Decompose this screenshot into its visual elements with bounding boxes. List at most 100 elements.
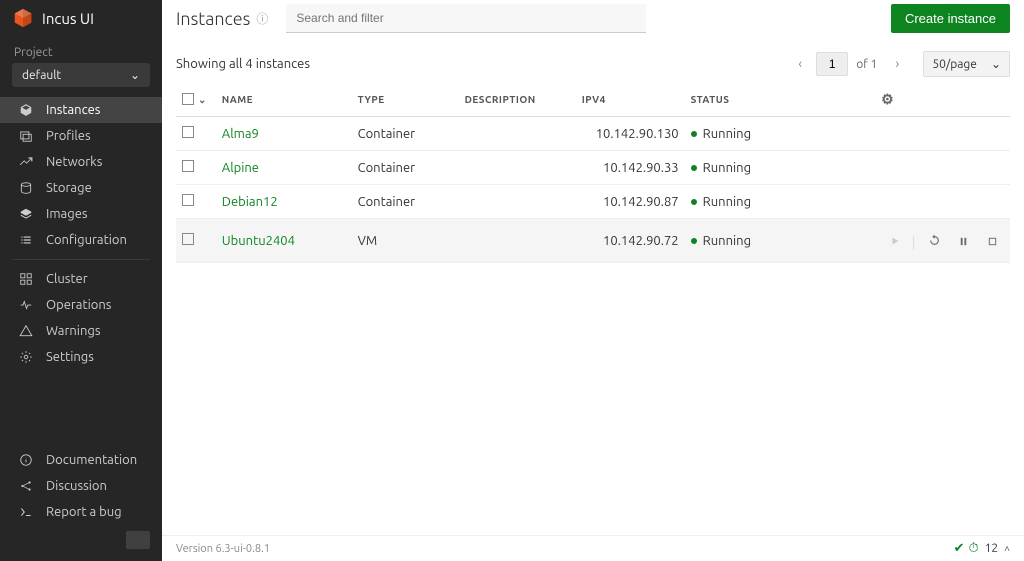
share-icon	[18, 478, 34, 494]
nav-label: Networks	[46, 155, 102, 169]
nav-label: Discussion	[46, 479, 107, 493]
nav-label: Images	[46, 207, 88, 221]
pager-prev-button[interactable]: ‹	[788, 52, 812, 76]
gear-icon	[18, 349, 34, 365]
nav-label: Cluster	[46, 272, 88, 286]
nav-images[interactable]: Images	[0, 201, 162, 227]
chevron-up-icon: ˄	[1004, 543, 1010, 555]
select-all-checkbox[interactable]	[182, 93, 194, 107]
cell-type: Container	[352, 185, 459, 219]
info-icon	[18, 452, 34, 468]
nav-label: Warnings	[46, 324, 101, 338]
cell-description	[459, 185, 576, 219]
clock-icon: ⏱	[968, 541, 978, 556]
per-page-select[interactable]: 50/page ⌄	[923, 51, 1010, 77]
sidebar-footer: Documentation Discussion Report a bug	[0, 441, 162, 561]
nav-label: Operations	[46, 298, 111, 312]
stop-button[interactable]	[980, 229, 1004, 253]
nav-profiles[interactable]: Profiles	[0, 123, 162, 149]
page-title: Instances	[176, 9, 250, 29]
cell-ipv4: 10.142.90.130	[576, 117, 685, 151]
table-row[interactable]: Alma9 Container 10.142.90.130 Running	[176, 117, 1010, 151]
pause-button[interactable]	[951, 229, 975, 253]
table-row[interactable]: Ubuntu2404 VM 10.142.90.72 Running	[176, 219, 1010, 263]
cell-type: Container	[352, 151, 459, 185]
nav-cluster[interactable]: Cluster	[0, 266, 162, 292]
nav-label: Storage	[46, 181, 92, 195]
nav-discussion[interactable]: Discussion	[0, 473, 162, 499]
logo-icon	[12, 7, 34, 29]
row-checkbox[interactable]	[182, 127, 194, 141]
pager: ‹ of 1 ›	[788, 52, 909, 76]
nav-networks[interactable]: Networks	[0, 149, 162, 175]
logo-row: Incus UI	[0, 0, 162, 36]
restart-button[interactable]	[922, 228, 946, 252]
pulse-icon	[18, 297, 34, 313]
controls-row: Showing all 4 instances ‹ of 1 › 50/page…	[162, 37, 1024, 83]
nav-label: Documentation	[46, 453, 137, 467]
table-settings-icon[interactable]: ⚙	[881, 91, 894, 107]
project-select[interactable]: default ⌄	[12, 63, 150, 87]
layers-icon	[18, 206, 34, 222]
cube-icon	[18, 102, 34, 118]
col-header-status: STATUS	[685, 83, 875, 117]
col-header-ipv4: IPV4	[576, 83, 685, 117]
sidebar-collapse-button[interactable]	[126, 531, 150, 549]
pager-of-label: of 1	[856, 58, 877, 71]
nav-warnings[interactable]: Warnings	[0, 318, 162, 344]
instance-name-link[interactable]: Alpine	[222, 161, 259, 175]
nav-instances[interactable]: Instances	[0, 97, 162, 123]
search-input[interactable]	[286, 4, 646, 33]
chevron-down-icon: ⌄	[130, 68, 140, 82]
col-header-name[interactable]: NAME	[216, 83, 352, 117]
instance-name-link[interactable]: Debian12	[222, 195, 278, 209]
nav-configuration[interactable]: Configuration	[0, 227, 162, 253]
row-checkbox[interactable]	[182, 234, 194, 248]
header: Instances ⓘ Create instance	[162, 0, 1024, 37]
nav-label: Instances	[46, 103, 100, 117]
table-row[interactable]: Alpine Container 10.142.90.33 Running	[176, 151, 1010, 185]
disk-icon	[18, 180, 34, 196]
pager-page-input[interactable]	[816, 52, 848, 76]
status-count: 12	[985, 542, 999, 555]
warning-icon	[18, 323, 34, 339]
per-page-value: 50/page	[932, 58, 977, 71]
select-menu-chevron-icon[interactable]: ⌄	[198, 94, 207, 106]
start-button[interactable]	[883, 229, 907, 253]
grid-icon	[18, 271, 34, 287]
sidebar: Incus UI Project default ⌄ Instances Pro…	[0, 0, 162, 561]
info-icon[interactable]: ⓘ	[256, 10, 268, 27]
app-title: Incus UI	[42, 10, 94, 27]
network-icon	[18, 154, 34, 170]
table-row[interactable]: Debian12 Container 10.142.90.87 Running	[176, 185, 1010, 219]
nav-report-bug[interactable]: Report a bug	[0, 499, 162, 525]
col-header-type: TYPE	[352, 83, 459, 117]
col-header-description: DESCRIPTION	[459, 83, 576, 117]
chevron-down-icon: ⌄	[991, 57, 1001, 71]
cell-type: VM	[352, 219, 459, 263]
status-dot-icon	[691, 199, 697, 205]
cell-description	[459, 219, 576, 263]
nav-storage[interactable]: Storage	[0, 175, 162, 201]
nav-primary: Instances Profiles Networks Storage Imag…	[0, 97, 162, 441]
pager-next-button[interactable]: ›	[885, 52, 909, 76]
nav-documentation[interactable]: Documentation	[0, 447, 162, 473]
status-area[interactable]: ✔ ⏱ 12 ˄	[954, 541, 1010, 556]
create-instance-button[interactable]: Create instance	[891, 4, 1010, 33]
list-icon	[18, 232, 34, 248]
cards-icon	[18, 128, 34, 144]
nav-operations[interactable]: Operations	[0, 292, 162, 318]
status-dot-icon	[691, 238, 697, 244]
showing-text: Showing all 4 instances	[176, 57, 310, 71]
instance-name-link[interactable]: Ubuntu2404	[222, 234, 295, 248]
cell-ipv4: 10.142.90.72	[576, 219, 685, 263]
cell-status: Running	[691, 195, 869, 209]
project-value: default	[22, 69, 61, 82]
status-dot-icon	[691, 131, 697, 137]
row-checkbox[interactable]	[182, 195, 194, 209]
instance-name-link[interactable]: Alma9	[222, 127, 259, 141]
instances-table: ⌄ NAME TYPE DESCRIPTION IPV4 STATUS ⚙ Al…	[176, 83, 1010, 263]
nav-settings[interactable]: Settings	[0, 344, 162, 370]
cell-type: Container	[352, 117, 459, 151]
row-checkbox[interactable]	[182, 161, 194, 175]
